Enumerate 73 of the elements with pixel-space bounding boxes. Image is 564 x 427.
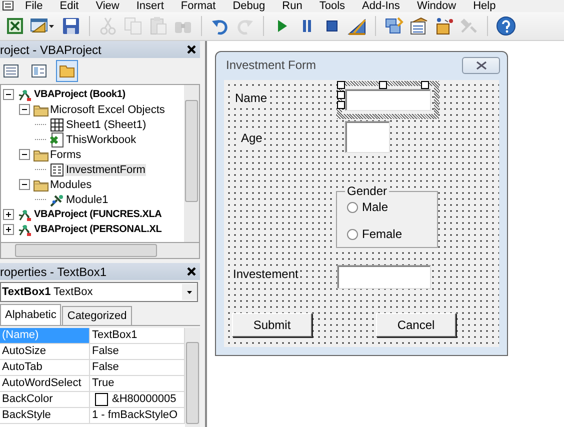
collapse-icon[interactable] — [19, 104, 30, 115]
dropdown-icon[interactable] — [182, 284, 197, 300]
radio-label[interactable]: Male — [362, 200, 388, 214]
field-label: Age — [239, 130, 264, 146]
frame-caption: Gender — [345, 184, 390, 198]
expand-icon[interactable] — [3, 209, 14, 220]
radio-button[interactable] — [347, 228, 358, 240]
tree-item[interactable]: VBAProject (Book1) — [33, 89, 126, 100]
form-page-icon — [31, 63, 47, 79]
menu-item[interactable]: Window — [408, 0, 464, 12]
tree-item[interactable]: Microsoft Excel Objects — [49, 104, 166, 116]
tree-item[interactable]: VBAProject (PERSONAL.XL — [33, 224, 163, 235]
scrollbar[interactable] — [0, 243, 200, 259]
property-name[interactable]: BackStyle — [0, 408, 90, 423]
menu-item[interactable]: Edit — [50, 0, 87, 12]
tree-item[interactable]: VBAProject (FUNCRES.XLA — [33, 209, 163, 220]
sheet-icon — [49, 116, 65, 132]
close-icon — [476, 60, 486, 70]
collapse-icon[interactable] — [19, 149, 30, 160]
tab[interactable]: Alphabetic — [0, 304, 62, 325]
tree-item[interactable]: Modules — [49, 178, 93, 190]
property-name[interactable]: BackColor — [0, 392, 90, 407]
close-icon[interactable] — [185, 265, 198, 278]
property-name[interactable]: AutoSize — [0, 344, 90, 359]
object-name: TextBox1 TextBox — [1, 286, 93, 298]
tree-item[interactable]: Forms — [49, 148, 82, 160]
tree-item[interactable]: InvestmentForm — [65, 164, 146, 176]
spreadsheet-icon[interactable] — [4, 15, 26, 37]
field-label: Name — [233, 90, 270, 106]
menu-item[interactable]: Debug — [224, 0, 274, 12]
panel-title: roperties - TextBox1 — [0, 264, 106, 278]
menu-item[interactable]: File — [16, 0, 51, 12]
form-button[interactable]: Cancel — [376, 313, 456, 337]
menu-item[interactable]: Format — [172, 0, 224, 12]
tree-item[interactable]: ThisWorkbook — [65, 134, 138, 146]
scrollbar[interactable] — [185, 328, 200, 427]
app-icon — [2, 1, 14, 11]
list-page-icon[interactable] — [408, 15, 430, 37]
expand-icon[interactable] — [3, 224, 14, 235]
menu-item[interactable]: Tools — [310, 0, 354, 12]
folder-icon — [59, 63, 75, 79]
collapse-icon[interactable] — [3, 89, 14, 100]
radio-button[interactable] — [347, 202, 358, 212]
text-field[interactable] — [345, 89, 431, 111]
property-name[interactable]: AutoWordSelect — [0, 376, 90, 391]
text-field[interactable] — [337, 265, 431, 289]
scrollbar[interactable] — [184, 85, 199, 242]
panel-title: roject - VBAProject — [0, 42, 102, 56]
menu-item[interactable]: Add-Ins — [353, 0, 408, 12]
lines-page-icon — [3, 63, 19, 79]
tree-item[interactable]: Sheet1 (Sheet1) — [65, 118, 148, 130]
tab[interactable]: Categorized — [62, 306, 132, 325]
help-icon[interactable] — [495, 15, 517, 37]
value-text: &H80000005 — [112, 392, 176, 407]
property-value-cell[interactable]: &H80000005 — [90, 392, 185, 407]
form-icon — [49, 162, 65, 178]
menu-item[interactable]: Run — [273, 0, 310, 12]
text-field[interactable] — [345, 121, 390, 153]
property-name[interactable]: AutoTab — [0, 360, 90, 375]
menu-item[interactable]: Insert — [127, 0, 172, 12]
radio-label[interactable]: Female — [362, 227, 402, 241]
tree-item[interactable]: Module1 — [65, 194, 110, 206]
save-icon[interactable] — [60, 15, 82, 37]
menu-item[interactable]: Help — [464, 0, 504, 12]
toolbar-button[interactable] — [56, 60, 78, 82]
object-dropdown[interactable]: TextBox1 TextBox — [0, 282, 198, 302]
workbook-icon — [49, 132, 65, 148]
collapse-icon[interactable] — [19, 179, 30, 190]
close-button[interactable] — [462, 56, 500, 74]
menu-item[interactable]: View — [86, 0, 128, 12]
form-title: Investment Form — [226, 58, 316, 72]
form-button[interactable]: Submit — [232, 313, 312, 337]
close-icon[interactable] — [185, 43, 198, 56]
